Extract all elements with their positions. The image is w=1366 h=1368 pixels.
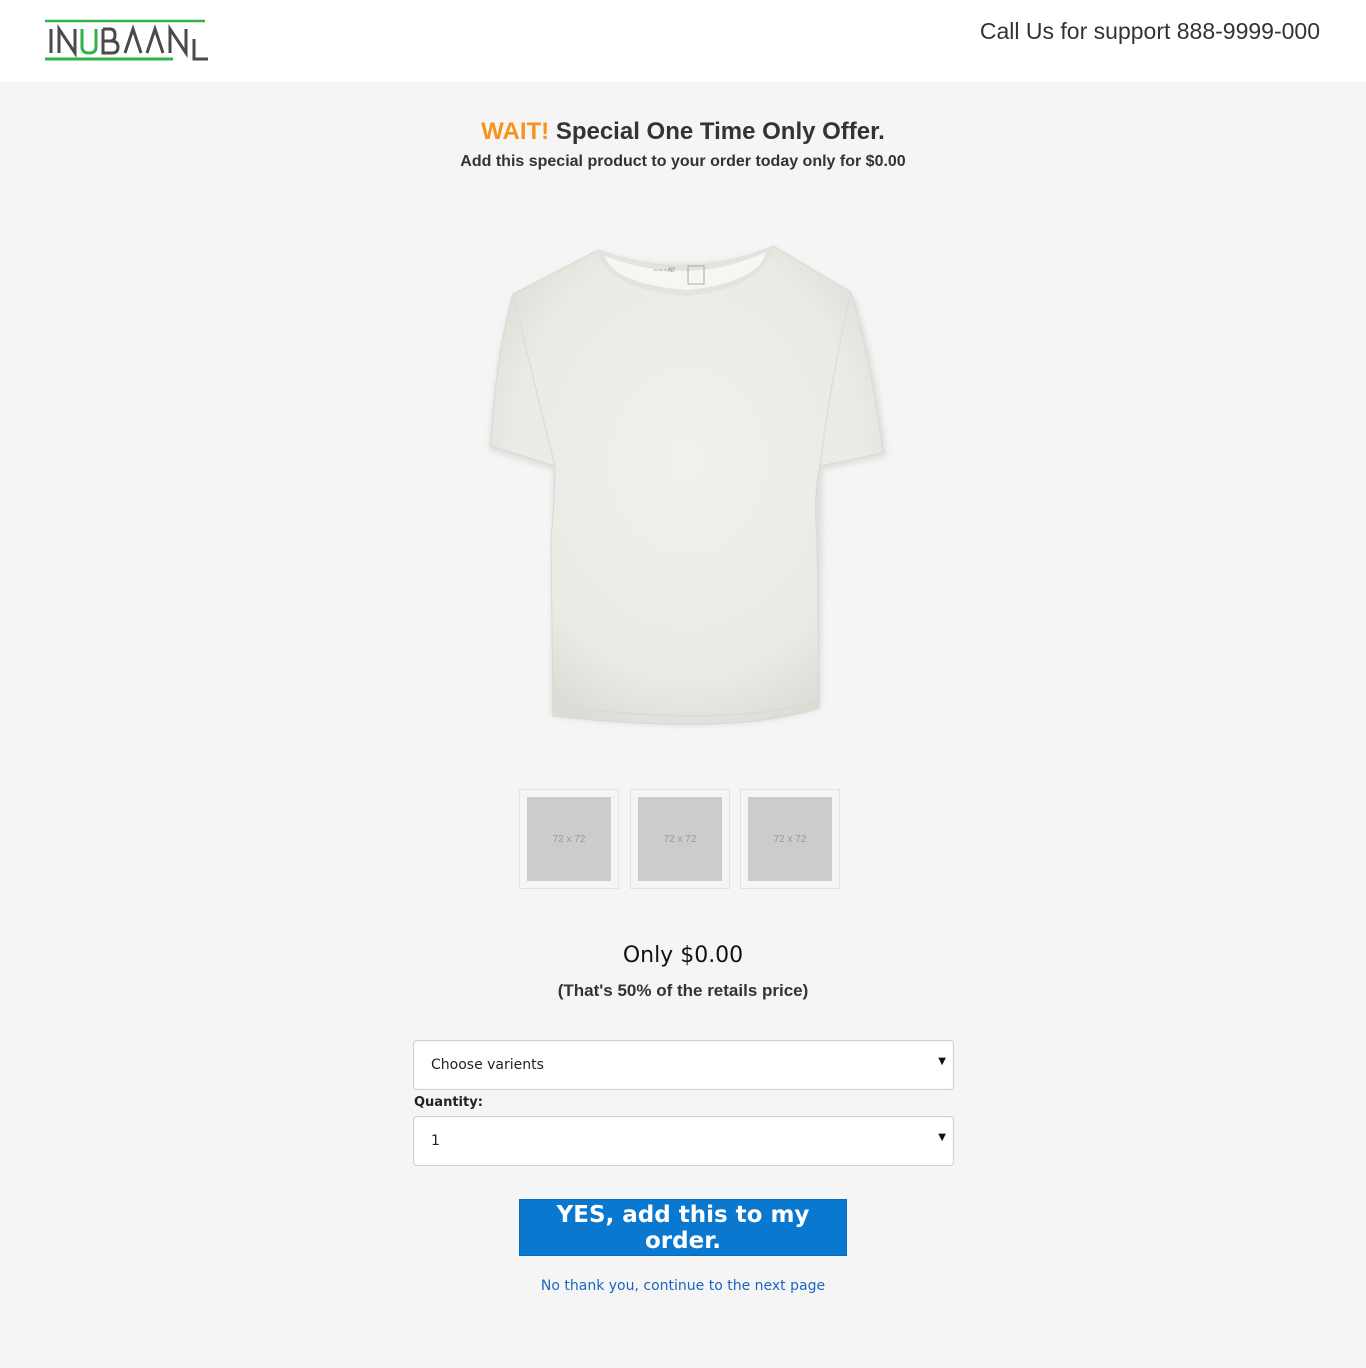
wait-label: WAIT! [481,118,550,145]
thumbnail-gallery: 72 x 72 72 x 72 72 x 72 [519,789,840,889]
product-image-tshirt: ~~~Rl' [483,238,893,752]
price-note: (That's 50% of the retails price) [557,981,809,1000]
dropdown-arrow-icon: ▼ [938,1056,946,1067]
dropdown-arrow-icon: ▼ [938,1132,946,1143]
inubaan-logo[interactable] [45,19,210,63]
offer-section: WAIT! Special One Time Only Offer. Add t… [0,117,1366,172]
thumbnail-placeholder: 72 x 72 [527,797,611,881]
site-header: Call Us for support 888-9999-000 [0,0,1366,82]
offer-price: Only $0.00 [622,943,744,968]
support-phone: Call Us for support 888-9999-000 [979,18,1320,44]
variants-select[interactable]: Choose varients ▼ [413,1040,954,1090]
svg-text:~~~Rl': ~~~Rl' [653,267,676,274]
decline-offer-link[interactable]: No thank you, continue to the next page [0,1278,1366,1294]
thumbnail-2[interactable]: 72 x 72 [630,789,730,889]
accept-offer-button[interactable]: YES, add this to my order. [519,1199,847,1256]
variants-selected-value: Choose varients [431,1057,544,1073]
thumbnail-3[interactable]: 72 x 72 [740,789,840,889]
offer-headline: WAIT! Special One Time Only Offer. [0,117,1366,147]
headline-text: Special One Time Only Offer. [555,118,885,145]
quantity-selected-value: 1 [431,1133,440,1149]
offer-subline: Add this special product to your order t… [460,153,906,170]
thumbnail-placeholder: 72 x 72 [748,797,832,881]
thumbnail-placeholder: 72 x 72 [638,797,722,881]
thumbnail-1[interactable]: 72 x 72 [519,789,619,889]
quantity-select[interactable]: 1 ▼ [413,1116,954,1166]
quantity-label: Quantity: [414,1095,483,1110]
